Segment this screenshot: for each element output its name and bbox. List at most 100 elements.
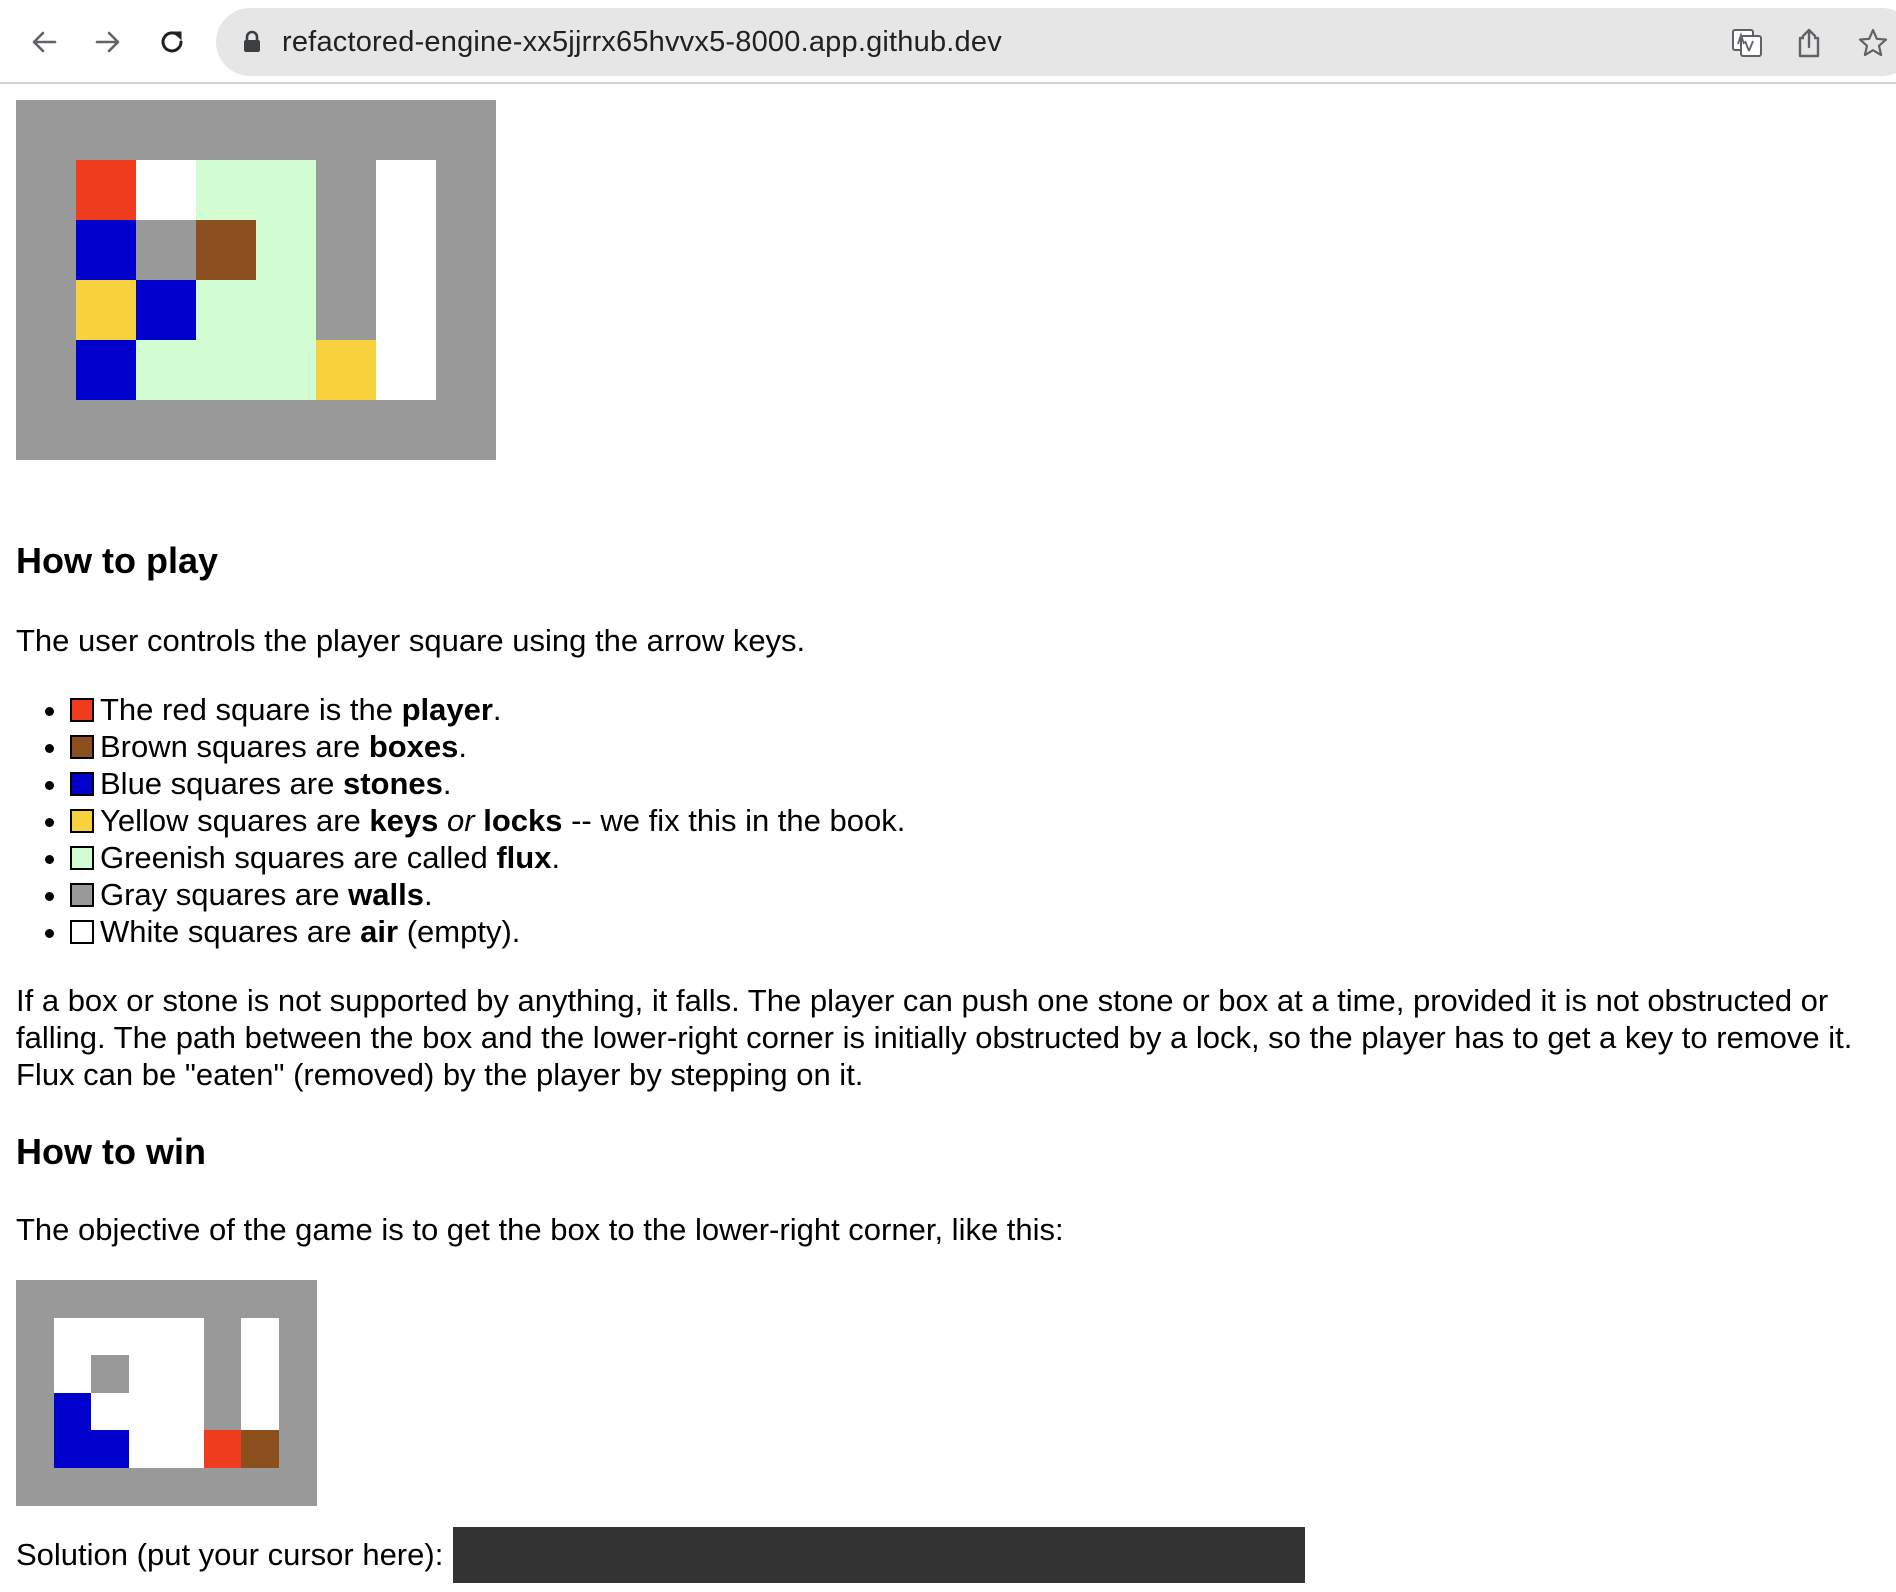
board-cell-wall [241,1280,279,1318]
board-cell-wall [196,100,256,160]
board-cell-wall [91,1467,129,1506]
legend-term: stones [342,766,443,801]
bookmark-button[interactable] [1856,26,1890,60]
board-cell-wall [278,1392,317,1431]
legend-before: Greenish squares are called [100,840,497,875]
board-cell-wall [203,1355,242,1393]
board-cell-stone [136,280,196,340]
board-cell-air [128,1430,167,1468]
legend-term: air [360,914,399,949]
translate-button[interactable] [1730,26,1764,60]
board-cell-wall [53,1467,92,1506]
board-cell-wall [203,1467,242,1506]
board-cell-wall [278,1317,317,1356]
legend-item: White squares are air (empty). [70,913,1876,950]
board-cell-air [241,1317,279,1356]
board-cell-flux [256,220,316,280]
board-cell-wall [278,1430,317,1468]
board-cell-box [196,220,256,280]
legend-before: White squares are [100,914,361,949]
legend-before: Blue squares are [100,766,343,801]
board-cell-air [91,1392,129,1431]
color-swatch [70,809,94,833]
board-cell-stone [76,220,136,280]
board-cell-key_lock [316,340,376,400]
board-cell-wall [376,100,436,160]
legend-after: (empty). [398,914,521,949]
color-swatch [70,735,94,759]
board-cell-wall [203,1280,242,1318]
legend-after: . [492,692,502,727]
board-cell-air [166,1430,204,1468]
board-cell-air [241,1355,279,1393]
back-button[interactable] [24,22,64,62]
board-cell-air [128,1317,167,1356]
board-cell-wall [16,160,76,220]
intro-paragraph: The user controls the player square usin… [16,623,806,658]
board-cell-wall [256,400,316,460]
board-cell-wall [278,1355,317,1393]
board-cell-flux [196,340,256,400]
board-cell-wall [136,100,196,160]
board-cell-wall [316,160,376,220]
board-cell-wall [16,1355,54,1393]
board-cell-wall [376,400,436,460]
board-cell-wall [91,1355,129,1393]
reload-icon [161,31,183,53]
board-cell-wall [76,100,136,160]
board-cell-wall [436,280,496,340]
address-bar[interactable]: refactored-engine-xx5jjrrx65hvvx5-8000.a… [216,8,1896,76]
back-arrow-icon [32,31,57,53]
legend-after: . [442,766,452,801]
color-swatch [70,772,94,796]
share-button[interactable] [1792,26,1826,60]
board-cell-wall [203,1317,242,1356]
board-cell-wall [436,400,496,460]
url-text[interactable]: refactored-engine-xx5jjrrx65hvvx5-8000.a… [282,8,1002,76]
solution-hidden-box[interactable] [453,1527,1306,1583]
color-swatch [70,846,94,870]
legend-before: Brown squares are [100,729,369,764]
board-cell-wall [316,220,376,280]
how-to-win-heading: How to win [16,1131,206,1172]
board-cell-wall [16,220,76,280]
board-cell-flux [256,280,316,340]
legend-item: Yellow squares are keys or locks -- we f… [70,802,1876,839]
lock-icon[interactable] [242,30,262,54]
board-cell-wall [53,1280,92,1318]
board-cell-key_lock [76,280,136,340]
legend-after: . [423,877,433,912]
board-cell-wall [166,1280,204,1318]
game-board[interactable] [16,100,496,460]
legend-term: flux [496,840,552,875]
board-cell-stone [76,340,136,400]
board-cell-wall [91,1280,129,1318]
share-icon [1798,28,1820,58]
star-icon [1858,28,1888,57]
board-cell-air [376,160,436,220]
board-cell-wall [16,1392,54,1431]
legend-item: Blue squares are stones. [70,765,1876,802]
board-cell-flux [196,160,256,220]
color-swatch [70,920,94,944]
board-cell-wall [436,100,496,160]
board-cell-wall [278,1280,317,1318]
board-cell-wall [256,100,316,160]
reload-button[interactable] [152,22,192,62]
board-cell-air [166,1392,204,1431]
board-cell-wall [16,1280,54,1318]
legend-middle: or [447,803,475,838]
board-cell-stone [91,1430,129,1468]
legend-item: Greenish squares are called flux. [70,839,1876,876]
page-content: How to play The user controls the player… [16,100,1876,1583]
board-cell-wall [278,1467,317,1506]
forward-button[interactable] [88,22,128,62]
board-cell-air [166,1355,204,1393]
board-cell-air [241,1392,279,1431]
board-cell-flux [136,340,196,400]
board-cell-wall [166,1467,204,1506]
board-cell-wall [16,1317,54,1356]
board-cell-air [376,340,436,400]
board-cell-air [136,160,196,220]
solution-row: Solution (put your cursor here): [16,1527,1876,1583]
